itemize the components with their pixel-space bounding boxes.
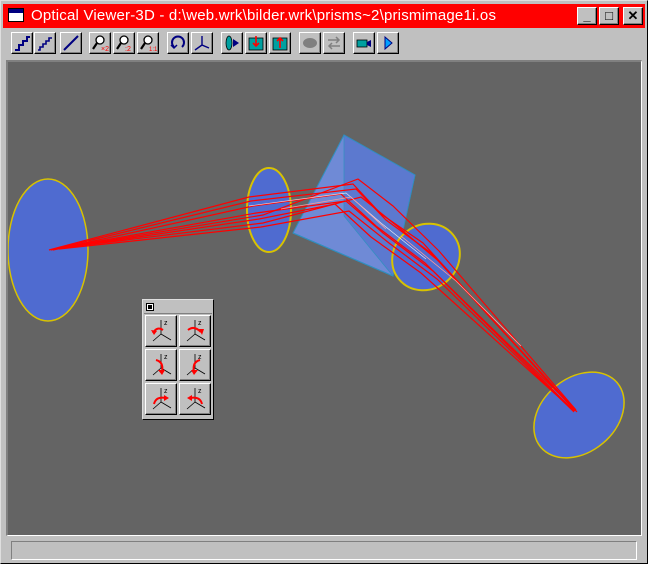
maximize-icon: □	[605, 8, 613, 23]
minimize-icon: _	[583, 8, 591, 23]
status-bar	[11, 541, 637, 560]
camera-button[interactable]	[353, 32, 375, 54]
lens-view-icon	[225, 35, 239, 51]
stair-view-icon	[15, 36, 30, 51]
import-button[interactable]	[269, 32, 291, 54]
rotation-palette: z z z z z z	[142, 299, 214, 420]
rotate-x-ccw-icon: z	[152, 354, 172, 376]
stair-view-button[interactable]	[11, 32, 33, 54]
app-window-icon[interactable]	[8, 8, 24, 22]
palette-title-bar[interactable]	[144, 301, 212, 314]
close-icon: ✕	[627, 8, 639, 23]
diagonal-line-icon	[63, 35, 79, 51]
rotate-x-ccw-button[interactable]: z	[145, 349, 177, 381]
toolbar: ×2 :2 1:1	[3, 29, 645, 59]
rotate-x-cw-icon: z	[186, 354, 206, 376]
export-icon	[248, 36, 264, 51]
cloud-button[interactable]	[299, 32, 321, 54]
window-title: Optical Viewer-3D - d:\web.wrk\bilder.wr…	[31, 7, 497, 24]
swap-icon	[327, 36, 341, 50]
svg-text::2: :2	[125, 46, 131, 52]
svg-text:z: z	[164, 354, 168, 361]
optical-scene	[8, 134, 625, 459]
rotate-icon	[170, 35, 185, 50]
zoom-out-x2-icon: :2	[116, 35, 131, 52]
play-button[interactable]	[377, 32, 399, 54]
rotate-y-ccw-button[interactable]: z	[145, 383, 177, 415]
palette-close-icon[interactable]	[146, 303, 154, 311]
axes-icon	[194, 36, 210, 51]
rotate-z-ccw-icon: z	[151, 320, 172, 342]
title-bar[interactable]: Optical Viewer-3D - d:\web.wrk\bilder.wr…	[3, 4, 645, 28]
axes-button[interactable]	[191, 32, 213, 54]
export-button[interactable]	[245, 32, 267, 54]
rotate-y-cw-icon: z	[186, 388, 206, 410]
svg-text:1:1: 1:1	[149, 47, 157, 52]
import-icon	[272, 36, 288, 51]
play-icon	[384, 35, 393, 51]
svg-text:×2: ×2	[101, 46, 109, 52]
svg-text:z: z	[198, 320, 202, 327]
diagonal-line-button[interactable]	[60, 32, 82, 54]
stair-steps-icon	[38, 37, 52, 51]
camera-icon	[356, 39, 371, 48]
svg-text:z: z	[164, 320, 168, 327]
3d-viewport[interactable]	[6, 60, 642, 536]
zoom-in-x2-icon: ×2	[92, 35, 109, 52]
close-button[interactable]: ✕	[623, 7, 643, 25]
zoom-out-button[interactable]: :2	[113, 32, 135, 54]
minimize-button[interactable]: _	[577, 7, 597, 25]
zoom-1-1-icon: 1:1	[140, 35, 157, 52]
rotate-z-cw-icon: z	[186, 320, 206, 342]
rotate-y-ccw-icon: z	[152, 388, 172, 410]
source-lens	[8, 178, 89, 322]
svg-text:z: z	[198, 388, 202, 395]
rotate-button[interactable]	[167, 32, 189, 54]
cloud-icon	[303, 38, 317, 48]
lens-view-button[interactable]	[221, 32, 243, 54]
maximize-button[interactable]: □	[599, 7, 619, 25]
swap-button[interactable]	[323, 32, 345, 54]
rotate-x-cw-button[interactable]: z	[179, 349, 211, 381]
optical-viewer-window: Optical Viewer-3D - d:\web.wrk\bilder.wr…	[0, 0, 648, 564]
zoom-in-button[interactable]: ×2	[89, 32, 111, 54]
stair-steps-button[interactable]	[34, 32, 56, 54]
lens-2	[246, 167, 292, 253]
zoom-reset-button[interactable]: 1:1	[137, 32, 159, 54]
svg-text:z: z	[164, 388, 168, 395]
rotate-z-cw-button[interactable]: z	[179, 315, 211, 347]
rotate-z-ccw-button[interactable]: z	[145, 315, 177, 347]
rotate-y-cw-button[interactable]: z	[179, 383, 211, 415]
